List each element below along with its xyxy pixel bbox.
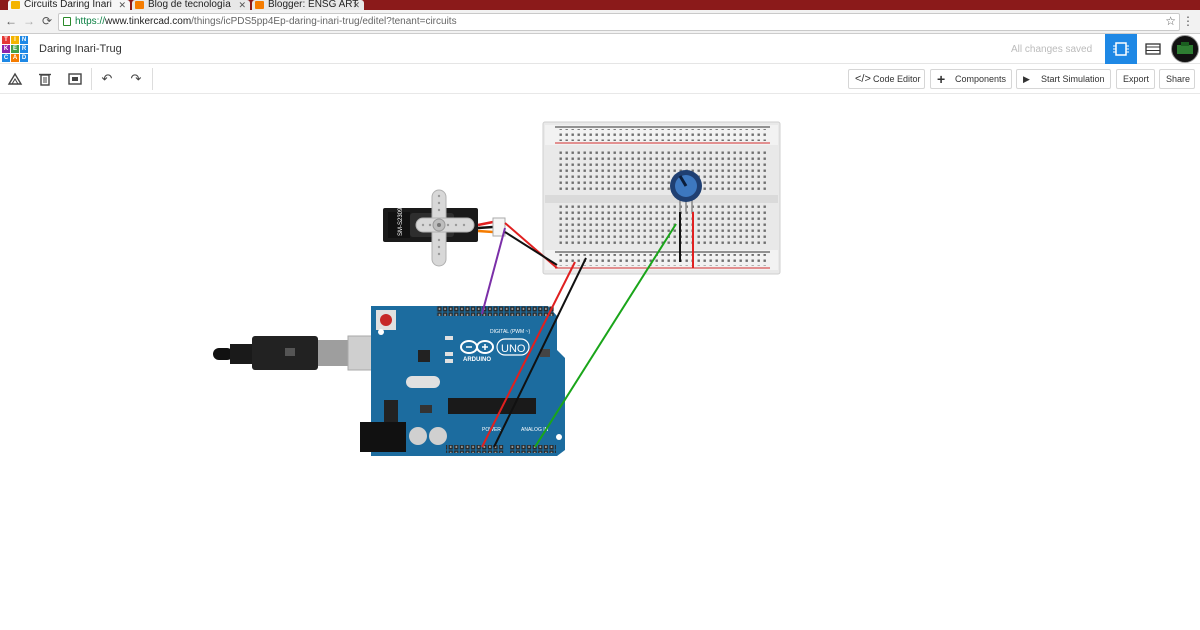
code-icon: </> bbox=[855, 73, 871, 85]
browser-tab-label: Circuits Daring Inari bbox=[24, 0, 112, 10]
forward-icon[interactable]: → bbox=[22, 14, 36, 28]
export-button[interactable]: Export bbox=[1116, 69, 1155, 89]
url-path: /things/icPDS5pp4Ep-daring-inari-trug/ed… bbox=[191, 16, 457, 27]
schematic-view-button[interactable] bbox=[1137, 34, 1169, 64]
fit-view-icon[interactable] bbox=[67, 71, 83, 87]
logo-letter: D bbox=[20, 54, 28, 62]
start-simulation-label: Start Simulation bbox=[1041, 74, 1105, 84]
components-button[interactable]: + Components bbox=[930, 69, 1012, 89]
components-label: Components bbox=[955, 74, 1007, 84]
code-editor-button[interactable]: </> Code Editor bbox=[848, 69, 925, 89]
chip-icon bbox=[1113, 42, 1129, 56]
logo-letter: T bbox=[2, 36, 10, 44]
close-tab-icon[interactable]: ✕ bbox=[118, 0, 126, 10]
export-label: Export bbox=[1123, 74, 1150, 84]
user-avatar[interactable] bbox=[1171, 35, 1199, 63]
editor-toolbar: ↶ ↷ </> Code Editor + Components ▶ Start… bbox=[0, 64, 1200, 94]
reload-icon[interactable]: ⟳ bbox=[40, 14, 54, 28]
close-tab-icon[interactable]: ✕ bbox=[238, 0, 246, 10]
blogger-favicon-icon bbox=[135, 1, 144, 9]
plus-icon: + bbox=[937, 71, 946, 87]
undo-icon[interactable]: ↶ bbox=[99, 71, 115, 87]
browser-tab-blogger[interactable]: Blogger: ENSG ART ✕ bbox=[252, 0, 364, 10]
digital-header-label: DIGITAL (PWM ~) bbox=[490, 329, 530, 335]
toolbar-divider bbox=[152, 68, 153, 90]
browser-tab-strip: Circuits Daring Inari ✕ Blog de tecnolog… bbox=[0, 0, 1200, 10]
share-label: Share bbox=[1166, 74, 1191, 84]
back-icon[interactable]: ← bbox=[4, 14, 18, 28]
circuit-canvas[interactable]: SM-S2309S DIGITAL (PWM ~) POWER ANALOG I… bbox=[0, 95, 1200, 630]
arduino-model-label: UNO bbox=[501, 343, 526, 355]
browser-tab-label: Blog de tecnología bbox=[148, 0, 231, 10]
tinkercad-favicon-icon bbox=[11, 1, 20, 9]
logo-letter: K bbox=[2, 45, 10, 53]
url-scheme: https:// bbox=[75, 16, 106, 27]
circuit-view-button[interactable] bbox=[1105, 34, 1137, 64]
code-editor-label: Code Editor bbox=[873, 74, 921, 84]
logo-letter: N bbox=[20, 36, 28, 44]
browser-tab-label: Blogger: ENSG ART bbox=[268, 0, 359, 10]
redo-icon[interactable]: ↷ bbox=[128, 71, 144, 87]
trash-icon[interactable] bbox=[37, 71, 53, 87]
logo-letter: I bbox=[11, 36, 19, 44]
lock-icon bbox=[63, 17, 71, 26]
start-simulation-button[interactable]: ▶ Start Simulation bbox=[1016, 69, 1111, 89]
logo-letter: C bbox=[2, 54, 10, 62]
toolbar-divider bbox=[91, 68, 92, 90]
table-icon bbox=[1145, 43, 1161, 55]
app-header: TIN KER CAD Daring Inari-Trug All changes … bbox=[0, 34, 1200, 64]
blogger-favicon-icon bbox=[255, 1, 264, 9]
tinkercad-logo[interactable]: TIN KER CAD bbox=[2, 36, 28, 62]
browser-tab-blog[interactable]: Blog de tecnología ✕ bbox=[132, 0, 250, 10]
close-tab-icon[interactable]: ✕ bbox=[352, 0, 360, 10]
save-status: All changes saved bbox=[1011, 44, 1093, 55]
browser-address-bar: ← → ⟳ https://www.tinkercad.com/things/i… bbox=[0, 10, 1200, 34]
rotate-icon[interactable] bbox=[7, 71, 23, 87]
url-input[interactable]: https://www.tinkercad.com/things/icPDS5p… bbox=[58, 13, 1180, 31]
arduino-brand-label: ARDUINO bbox=[463, 357, 491, 363]
browser-tab-tinkercad[interactable]: Circuits Daring Inari ✕ bbox=[8, 0, 130, 10]
servo-signal-wire[interactable] bbox=[481, 227, 506, 315]
play-icon: ▶ bbox=[1023, 74, 1030, 84]
url-host: www.tinkercad.com bbox=[105, 16, 192, 27]
arduino-uno-board[interactable]: DIGITAL (PWM ~) POWER ANALOG IN ARDUINO … bbox=[360, 306, 565, 456]
breadboard[interactable] bbox=[542, 121, 781, 275]
design-title[interactable]: Daring Inari-Trug bbox=[39, 43, 122, 55]
logo-letter: E bbox=[11, 45, 19, 53]
servo-label: SM-S2309S bbox=[398, 204, 404, 236]
logo-letter: R bbox=[20, 45, 28, 53]
servo-motor[interactable]: SM-S2309S bbox=[383, 189, 506, 267]
bookmark-star-icon[interactable]: ☆ bbox=[1165, 14, 1176, 28]
usb-cable bbox=[213, 335, 393, 371]
logo-letter: A bbox=[11, 54, 19, 62]
browser-menu-icon[interactable]: ⋮ bbox=[1182, 14, 1194, 28]
avatar-image-icon bbox=[1177, 42, 1193, 54]
share-button[interactable]: Share bbox=[1159, 69, 1195, 89]
